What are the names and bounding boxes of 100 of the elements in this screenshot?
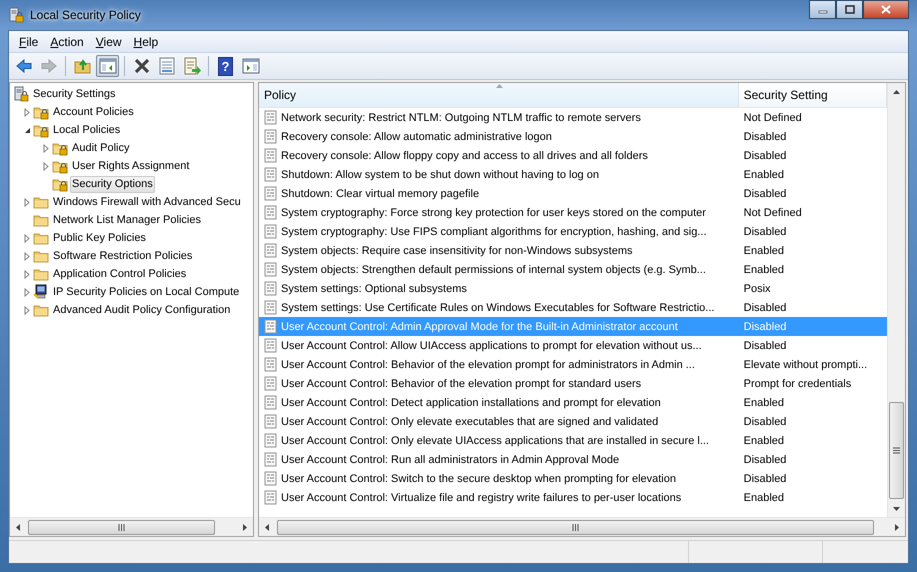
policy-name: System objects: Strengthen default permissions of internal system objects (e.g. Symb... [281, 264, 706, 276]
tree-item[interactable]: Security Options [70, 176, 155, 192]
policy-name: User Account Control: Behavior of the elevation prompt for standard users [281, 378, 642, 390]
table-row[interactable]: User Account Control: Detect application installations and prompt for elevation Enabled [259, 393, 887, 412]
security-setting: Disabled [742, 472, 788, 484]
app-icon [8, 7, 24, 23]
tree-item[interactable]: IP Security Policies on Local Compute [51, 284, 242, 300]
table-row[interactable]: System objects: Strengthen default permissions of internal system objects (e.g. Symb... Enabled [259, 260, 887, 279]
policy-icon [264, 433, 278, 448]
scrollbar-thumb[interactable] [277, 520, 874, 534]
table-row[interactable]: System settings: Optional subsystems Posix [259, 279, 887, 298]
scroll-left-icon[interactable] [265, 524, 270, 530]
security-setting: Enabled [742, 264, 785, 276]
policy-icon [264, 129, 278, 144]
scrollbar-thumb[interactable] [889, 402, 904, 499]
back-arrow-icon [14, 57, 32, 75]
scroll-down-icon[interactable] [893, 506, 900, 510]
policy-name: Shutdown: Allow system to be shut down without having to log on [281, 168, 599, 180]
table-row[interactable]: User Account Control: Behavior of the elevation prompt for standard users Prompt for credentials [259, 374, 887, 393]
security-setting: Disabled [742, 454, 788, 466]
scroll-left-icon[interactable] [16, 524, 21, 530]
scroll-right-icon[interactable] [242, 524, 247, 530]
column-header[interactable]: Policy [259, 83, 739, 107]
policy-icon [264, 110, 278, 125]
policy-icon [264, 186, 278, 201]
collapsed-triangle-icon[interactable] [43, 144, 49, 152]
table-row[interactable]: Recovery console: Allow automatic administrative logon Disabled [259, 127, 887, 146]
table-row[interactable]: User Account Control: Run all administrators in Admin Approval Mode Disabled [259, 450, 887, 469]
collapsed-triangle-icon[interactable] [43, 162, 49, 170]
table-row[interactable]: User Account Control: Behavior of the elevation prompt for administrators in Admin ... Elevate without prompti... [259, 355, 887, 374]
server-lock-icon [13, 86, 29, 102]
table-row[interactable]: User Account Control: Allow UIAccess applications to prompt for elevation without us... Disabled [259, 336, 887, 355]
policy-name: Recovery console: Allow floppy copy and access to all drives and all folders [281, 150, 648, 162]
table-row[interactable]: Shutdown: Clear virtual memory pagefile Disabled [259, 184, 887, 203]
menu-item[interactable]: Action [44, 32, 90, 50]
tree-item[interactable]: Local Policies [51, 122, 122, 138]
security-setting: Not Defined [742, 206, 803, 218]
maximize-button[interactable] [836, 0, 863, 19]
collapsed-triangle-icon[interactable] [24, 288, 30, 296]
table-row[interactable]: System settings: Use Certificate Rules on Windows Executables for Software Restrictio... Disabled [259, 298, 887, 317]
table-row[interactable]: User Account Control: Switch to the secure desktop when prompting for elevation Disabled [259, 469, 887, 488]
security-setting: Disabled [742, 130, 788, 142]
policy-icon [264, 300, 278, 315]
maximize-icon [844, 5, 854, 14]
collapsed-triangle-icon[interactable] [24, 252, 30, 260]
table-row[interactable]: System cryptography: Force strong key protection for user keys stored on the computer Not Defined [259, 203, 887, 222]
policy-name: System cryptography: Use FIPS compliant algorithms for encryption, hashing, and sig... [281, 226, 707, 238]
table-row[interactable]: User Account Control: Only elevate executables that are signed and validated Disabled [259, 412, 887, 431]
policy-name: Shutdown: Clear virtual memory pagefile [281, 188, 480, 200]
tree-item[interactable]: Network List Manager Policies [51, 212, 203, 228]
minimize-button[interactable] [809, 0, 836, 19]
tree-item[interactable]: Software Restriction Policies [51, 248, 194, 264]
collapsed-triangle-icon[interactable] [24, 306, 30, 314]
scroll-up-icon[interactable] [893, 90, 900, 94]
expanded-triangle-icon[interactable] [24, 126, 30, 134]
table-row[interactable]: User Account Control: Only elevate UIAccess applications that are installed in secure l... Enabled [259, 431, 887, 450]
policy-icon [264, 471, 278, 486]
policy-name: User Account Control: Switch to the secure desktop when prompting for elevation [281, 472, 676, 484]
collapsed-triangle-icon[interactable] [24, 234, 30, 242]
policy-icon [264, 262, 278, 277]
policy-name: User Account Control: Virtualize file and registry write failures to per-user locations [281, 492, 682, 504]
policy-icon [264, 205, 278, 220]
tree-item[interactable]: Public Key Policies [51, 230, 148, 246]
security-setting: Prompt for credentials [742, 378, 852, 390]
security-setting: Enabled [742, 434, 785, 446]
collapsed-triangle-icon[interactable] [24, 270, 30, 278]
tree-item[interactable]: User Rights Assignment [70, 158, 192, 174]
scroll-right-icon[interactable] [894, 524, 899, 530]
policy-name: User Account Control: Behavior of the elevation prompt for administrators in Admin ... [281, 358, 695, 370]
policy-name: User Account Control: Detect application installations and prompt for elevation [281, 396, 661, 408]
collapsed-triangle-icon[interactable] [24, 198, 30, 206]
table-row[interactable]: System objects: Require case insensitivity for non-Windows subsystems Enabled [259, 241, 887, 260]
scrollbar-thumb[interactable] [28, 520, 215, 534]
table-row[interactable]: Recovery console: Allow floppy copy and access to all drives and all folders Disabled [259, 146, 887, 165]
menu-item[interactable]: File [13, 32, 44, 50]
security-setting: Disabled [742, 188, 788, 200]
table-row[interactable]: Shutdown: Allow system to be shut down without having to log on Enabled [259, 165, 887, 184]
tree-item[interactable]: Windows Firewall with Advanced Secu [51, 194, 243, 210]
menu-item[interactable]: View [90, 32, 128, 50]
menu-item[interactable]: Help [128, 32, 164, 50]
table-row[interactable]: User Account Control: Virtualize file and registry write failures to per-user locations Enabled [259, 488, 887, 507]
tree-item[interactable]: Advanced Audit Policy Configuration [51, 302, 232, 318]
export-list-icon [182, 57, 200, 75]
tree-item[interactable]: Security Settings [31, 86, 118, 102]
policy-icon [264, 376, 278, 391]
tree-item[interactable]: Account Policies [51, 104, 136, 120]
toolbar-button[interactable] [96, 55, 119, 77]
properties-icon [158, 57, 176, 75]
policy-icon [264, 319, 278, 334]
policy-name: System settings: Optional subsystems [281, 282, 467, 294]
tree-item[interactable]: Audit Policy [70, 140, 132, 156]
collapsed-triangle-icon[interactable] [24, 108, 30, 116]
close-button[interactable] [863, 0, 909, 19]
table-row[interactable]: Network security: Restrict NTLM: Outgoing NTLM traffic to remote servers Not Defined [259, 108, 887, 127]
policy-icon [264, 338, 278, 353]
security-setting: Disabled [742, 302, 788, 314]
tree-item[interactable]: Application Control Policies [51, 266, 188, 282]
table-row[interactable]: System cryptography: Use FIPS compliant algorithms for encryption, hashing, and sig... Disabled [259, 222, 887, 241]
policy-icon [264, 395, 278, 410]
security-setting: Not Defined [742, 112, 803, 124]
